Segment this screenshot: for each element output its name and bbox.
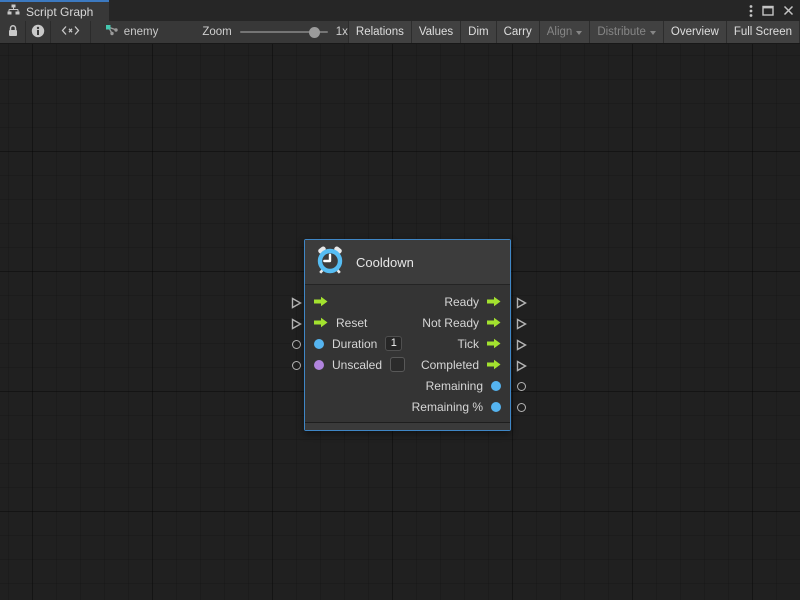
output-port-remaining[interactable]: Remaining (426, 379, 501, 393)
tab-bar: Script Graph (0, 0, 800, 21)
input-port-unscaled[interactable]: Unscaled (314, 357, 405, 372)
port-connector-circle[interactable] (517, 403, 526, 412)
breadcrumb-label: enemy (124, 26, 159, 38)
node-ports: Ready Reset Not Ready (305, 285, 510, 422)
info-button[interactable] (25, 21, 50, 43)
flow-arrow-icon (314, 317, 328, 328)
unscaled-checkbox[interactable] (390, 357, 405, 372)
value-dot-icon (314, 360, 324, 370)
maximize-icon[interactable] (762, 5, 774, 16)
port-connector-triangle[interactable] (516, 359, 527, 377)
chevron-down-icon (650, 31, 656, 35)
port-connector-triangle[interactable] (516, 296, 527, 314)
close-icon[interactable] (783, 5, 794, 16)
values-button[interactable]: Values (411, 21, 460, 43)
chevron-down-icon (576, 31, 582, 35)
toolbar-buttons: Relations Values Dim Carry Align Distrib… (348, 21, 800, 43)
port-connector-circle[interactable] (292, 361, 301, 370)
port-connector-circle[interactable] (517, 382, 526, 391)
output-port-tick[interactable]: Tick (457, 337, 501, 351)
window-controls (749, 0, 794, 21)
dim-button[interactable]: Dim (460, 21, 495, 43)
cooldown-node-area: Cooldown Ready (288, 239, 528, 431)
zoom-slider-handle[interactable] (309, 27, 320, 38)
port-connector-circle[interactable] (292, 340, 301, 349)
info-icon (31, 24, 45, 41)
graph-asset-icon (105, 24, 118, 40)
port-row: Reset Not Ready (305, 312, 510, 333)
full-screen-button[interactable]: Full Screen (726, 21, 800, 43)
input-port-duration[interactable]: Duration 1 (314, 336, 402, 351)
node-header[interactable]: Cooldown (305, 240, 510, 285)
zoom-label: Zoom (202, 26, 231, 38)
tab-script-graph[interactable]: Script Graph (0, 0, 109, 21)
flow-arrow-icon (487, 338, 501, 349)
flow-arrow-icon (314, 296, 328, 307)
port-row: Ready (305, 291, 510, 312)
duration-value-field[interactable]: 1 (385, 336, 402, 351)
output-port-not-ready[interactable]: Not Ready (422, 316, 501, 330)
output-port-ready[interactable]: Ready (444, 295, 501, 309)
overview-button[interactable]: Overview (663, 21, 726, 43)
output-port-completed[interactable]: Completed (421, 358, 501, 372)
node-footer (305, 422, 510, 430)
flow-arrow-icon (487, 296, 501, 307)
zoom-value: 1x (336, 26, 348, 38)
input-port-invoke[interactable] (314, 296, 336, 307)
port-connector-triangle[interactable] (291, 317, 302, 335)
value-dot-icon (491, 381, 501, 391)
flow-arrow-icon (487, 359, 501, 370)
script-graph-icon (7, 4, 20, 19)
menu-dots-icon[interactable] (749, 4, 753, 18)
script-graph-window: Script Graph (0, 0, 800, 600)
port-row: Remaining (305, 375, 510, 396)
alarm-clock-icon (315, 245, 345, 280)
port-row: Duration 1 Tick (305, 333, 510, 354)
relations-button[interactable]: Relations (348, 21, 411, 43)
port-connector-triangle[interactable] (516, 317, 527, 335)
code-brackets-button[interactable] (51, 21, 90, 43)
carry-button[interactable]: Carry (496, 21, 539, 43)
graph-canvas[interactable]: Cooldown Ready (0, 44, 800, 600)
zoom-slider-track[interactable] (240, 31, 328, 33)
cooldown-node[interactable]: Cooldown Ready (304, 239, 511, 431)
port-row: Unscaled Completed (305, 354, 510, 375)
zoom-control: Zoom 1x (202, 21, 348, 43)
value-dot-icon (314, 339, 324, 349)
flow-arrow-icon (487, 317, 501, 328)
align-button: Align (539, 21, 590, 43)
tab-title: Script Graph (26, 5, 93, 19)
value-dot-icon (491, 402, 501, 412)
output-port-remaining-percent[interactable]: Remaining % (412, 400, 501, 414)
node-title: Cooldown (356, 255, 414, 270)
input-port-reset[interactable]: Reset (314, 316, 367, 330)
distribute-button: Distribute (589, 21, 663, 43)
port-connector-triangle[interactable] (516, 338, 527, 356)
code-brackets-icon (61, 25, 80, 39)
graph-toolbar: enemy Zoom 1x Relations Values Dim Carry… (0, 21, 800, 44)
lock-icon (6, 24, 20, 41)
port-row: Remaining % (305, 396, 510, 417)
port-connector-triangle[interactable] (291, 296, 302, 314)
graph-breadcrumb-enemy[interactable]: enemy (105, 21, 159, 43)
lock-button[interactable] (0, 21, 25, 43)
